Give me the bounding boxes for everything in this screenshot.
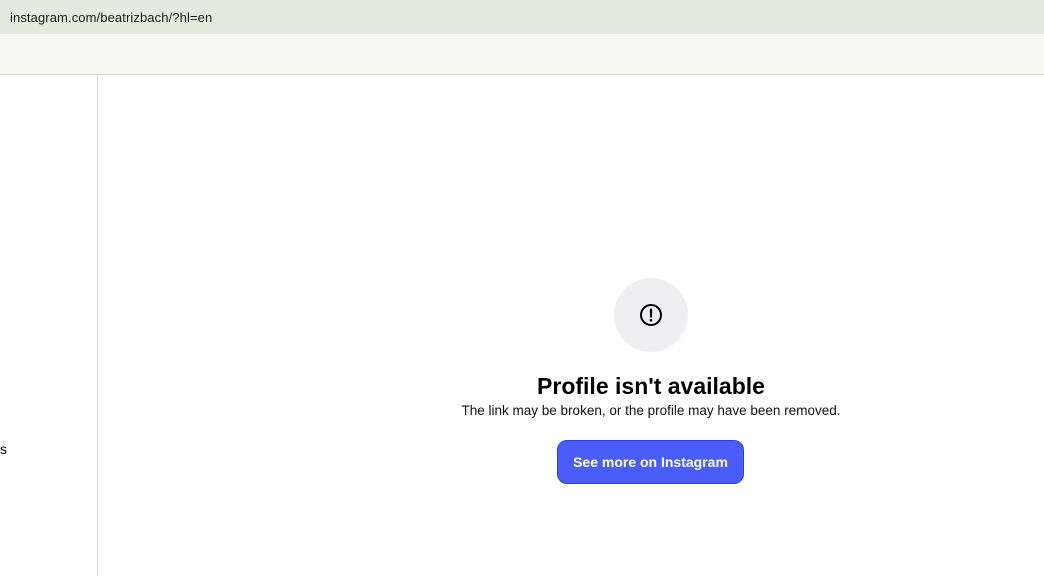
page-title: Profile isn't available [537, 373, 765, 399]
error-panel: Profile isn't available The link may be … [98, 75, 1044, 576]
alert-circle-icon [640, 304, 662, 326]
url-text[interactable]: instagram.com/beatrizbach/?hl=en [10, 10, 212, 25]
sidebar: s [0, 75, 98, 576]
error-message: The link may be broken, or the profile m… [461, 403, 841, 418]
alert-icon-container [614, 278, 688, 352]
browser-toolbar [0, 34, 1044, 75]
main-content: Profile isn't available The link may be … [98, 75, 1044, 576]
sidebar-item-label[interactable]: s [0, 441, 7, 457]
address-bar[interactable]: instagram.com/beatrizbach/?hl=en [0, 0, 1044, 34]
see-more-button[interactable]: See more on Instagram [557, 440, 744, 484]
